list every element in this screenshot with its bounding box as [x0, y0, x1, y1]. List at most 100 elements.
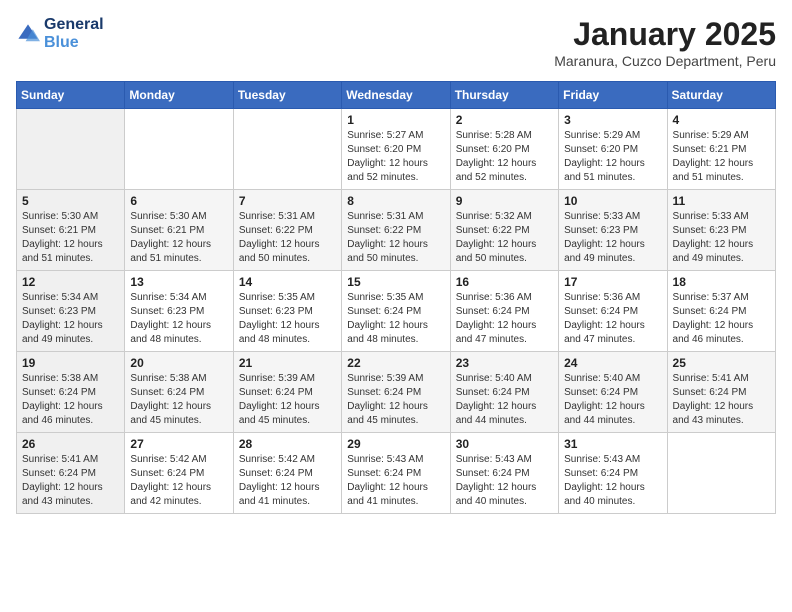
- day-info: Sunrise: 5:29 AMSunset: 6:20 PMDaylight:…: [564, 129, 661, 185]
- day-info: Sunrise: 5:38 AMSunset: 6:24 PMDaylight:…: [22, 372, 119, 428]
- day-number: 15: [347, 275, 444, 289]
- day-number: 12: [22, 275, 119, 289]
- calendar-week-3: 12 Sunrise: 5:34 AMSunset: 6:23 PMDayligh…: [17, 271, 776, 352]
- calendar-cell: 10 Sunrise: 5:33 AMSunset: 6:23 PMDayligh…: [559, 190, 667, 271]
- calendar-cell: 24 Sunrise: 5:40 AMSunset: 6:24 PMDayligh…: [559, 352, 667, 433]
- calendar-week-1: 1 Sunrise: 5:27 AMSunset: 6:20 PMDaylight…: [17, 109, 776, 190]
- day-info: Sunrise: 5:41 AMSunset: 6:24 PMDaylight:…: [22, 453, 119, 509]
- day-info: Sunrise: 5:40 AMSunset: 6:24 PMDaylight:…: [456, 372, 553, 428]
- calendar-cell: 15Sunrise: 5:35 AMSunset: 6:24 PMDayligh…: [342, 271, 450, 352]
- calendar-cell: 1 Sunrise: 5:27 AMSunset: 6:20 PMDaylight…: [342, 109, 450, 190]
- day-number: 20: [130, 356, 227, 370]
- day-number: 19: [22, 356, 119, 370]
- calendar-cell: 18 Sunrise: 5:37 AMSunset: 6:24 PMDayligh…: [667, 271, 775, 352]
- day-info: Sunrise: 5:31 AMSunset: 6:22 PMDaylight:…: [239, 210, 336, 266]
- weekday-header-tuesday: Tuesday: [233, 82, 341, 109]
- day-info: Sunrise: 5:42 AMSunset: 6:24 PMDaylight:…: [239, 453, 336, 509]
- calendar-cell: 21 Sunrise: 5:39 AMSunset: 6:24 PMDayligh…: [233, 352, 341, 433]
- calendar-week-5: 26Sunrise: 5:41 AMSunset: 6:24 PMDayligh…: [17, 433, 776, 514]
- day-number: 22: [347, 356, 444, 370]
- day-info: Sunrise: 5:34 AMSunset: 6:23 PMDaylight:…: [130, 291, 227, 347]
- weekday-header-monday: Monday: [125, 82, 233, 109]
- calendar-week-4: 19 Sunrise: 5:38 AMSunset: 6:24 PMDayligh…: [17, 352, 776, 433]
- day-number: 16: [456, 275, 553, 289]
- calendar-cell: 23 Sunrise: 5:40 AMSunset: 6:24 PMDayligh…: [450, 352, 558, 433]
- calendar-cell: 5 Sunrise: 5:30 AMSunset: 6:21 PMDaylight…: [17, 190, 125, 271]
- day-info: Sunrise: 5:36 AMSunset: 6:24 PMDaylight:…: [456, 291, 553, 347]
- day-info: Sunrise: 5:43 AMSunset: 6:24 PMDaylight:…: [347, 453, 444, 509]
- calendar-cell: [17, 109, 125, 190]
- day-number: 24: [564, 356, 661, 370]
- day-number: 29: [347, 437, 444, 451]
- calendar-cell: 13 Sunrise: 5:34 AMSunset: 6:23 PMDayligh…: [125, 271, 233, 352]
- day-number: 2: [456, 113, 553, 127]
- calendar-cell: [667, 433, 775, 514]
- day-number: 1: [347, 113, 444, 127]
- title-area: January 2025 Maranura, Cuzco Department,…: [554, 16, 776, 69]
- day-number: 28: [239, 437, 336, 451]
- logo-icon: [16, 22, 40, 46]
- day-number: 4: [673, 113, 770, 127]
- location-subtitle: Maranura, Cuzco Department, Peru: [554, 53, 776, 69]
- calendar-cell: 16 Sunrise: 5:36 AMSunset: 6:24 PMDayligh…: [450, 271, 558, 352]
- calendar-week-2: 5 Sunrise: 5:30 AMSunset: 6:21 PMDaylight…: [17, 190, 776, 271]
- day-number: 11: [673, 194, 770, 208]
- day-number: 17: [564, 275, 661, 289]
- day-number: 3: [564, 113, 661, 127]
- day-number: 27: [130, 437, 227, 451]
- day-info: Sunrise: 5:33 AMSunset: 6:23 PMDaylight:…: [564, 210, 661, 266]
- day-number: 13: [130, 275, 227, 289]
- logo: General Blue: [16, 16, 104, 52]
- day-info: Sunrise: 5:39 AMSunset: 6:24 PMDaylight:…: [239, 372, 336, 428]
- weekday-header-wednesday: Wednesday: [342, 82, 450, 109]
- calendar-cell: 19 Sunrise: 5:38 AMSunset: 6:24 PMDayligh…: [17, 352, 125, 433]
- calendar-cell: 14 Sunrise: 5:35 AMSunset: 6:23 PMDayligh…: [233, 271, 341, 352]
- weekday-header-friday: Friday: [559, 82, 667, 109]
- day-info: Sunrise: 5:30 AMSunset: 6:21 PMDaylight:…: [22, 210, 119, 266]
- day-info: Sunrise: 5:34 AMSunset: 6:23 PMDaylight:…: [22, 291, 119, 347]
- day-info: Sunrise: 5:35 AMSunset: 6:23 PMDaylight:…: [239, 291, 336, 347]
- calendar-cell: 22 Sunrise: 5:39 AMSunset: 6:24 PMDayligh…: [342, 352, 450, 433]
- header: General Blue January 2025 Maranura, Cuzc…: [16, 16, 776, 69]
- calendar-cell: 9Sunrise: 5:32 AMSunset: 6:22 PMDaylight…: [450, 190, 558, 271]
- calendar-cell: 25 Sunrise: 5:41 AMSunset: 6:24 PMDayligh…: [667, 352, 775, 433]
- day-info: Sunrise: 5:29 AMSunset: 6:21 PMDaylight:…: [673, 129, 770, 185]
- day-info: Sunrise: 5:32 AMSunset: 6:22 PMDaylight:…: [456, 210, 553, 266]
- day-info: Sunrise: 5:28 AMSunset: 6:20 PMDaylight:…: [456, 129, 553, 185]
- day-info: Sunrise: 5:31 AMSunset: 6:22 PMDaylight:…: [347, 210, 444, 266]
- calendar-cell: 11 Sunrise: 5:33 AMSunset: 6:23 PMDayligh…: [667, 190, 775, 271]
- day-number: 14: [239, 275, 336, 289]
- day-number: 10: [564, 194, 661, 208]
- calendar-cell: 12 Sunrise: 5:34 AMSunset: 6:23 PMDayligh…: [17, 271, 125, 352]
- day-number: 21: [239, 356, 336, 370]
- day-info: Sunrise: 5:40 AMSunset: 6:24 PMDaylight:…: [564, 372, 661, 428]
- day-number: 6: [130, 194, 227, 208]
- calendar-cell: [233, 109, 341, 190]
- calendar-cell: 6Sunrise: 5:30 AMSunset: 6:21 PMDaylight…: [125, 190, 233, 271]
- day-info: Sunrise: 5:36 AMSunset: 6:24 PMDaylight:…: [564, 291, 661, 347]
- day-number: 5: [22, 194, 119, 208]
- day-number: 31: [564, 437, 661, 451]
- weekday-header-thursday: Thursday: [450, 82, 558, 109]
- calendar-cell: 4 Sunrise: 5:29 AMSunset: 6:21 PMDaylight…: [667, 109, 775, 190]
- weekday-header-sunday: Sunday: [17, 82, 125, 109]
- day-info: Sunrise: 5:43 AMSunset: 6:24 PMDaylight:…: [456, 453, 553, 509]
- day-number: 25: [673, 356, 770, 370]
- calendar-cell: [125, 109, 233, 190]
- day-info: Sunrise: 5:39 AMSunset: 6:24 PMDaylight:…: [347, 372, 444, 428]
- day-info: Sunrise: 5:37 AMSunset: 6:24 PMDaylight:…: [673, 291, 770, 347]
- day-number: 18: [673, 275, 770, 289]
- weekday-header-saturday: Saturday: [667, 82, 775, 109]
- day-number: 7: [239, 194, 336, 208]
- calendar-cell: 27Sunrise: 5:42 AMSunset: 6:24 PMDayligh…: [125, 433, 233, 514]
- day-number: 23: [456, 356, 553, 370]
- day-info: Sunrise: 5:33 AMSunset: 6:23 PMDaylight:…: [673, 210, 770, 266]
- day-info: Sunrise: 5:41 AMSunset: 6:24 PMDaylight:…: [673, 372, 770, 428]
- calendar-cell: 8Sunrise: 5:31 AMSunset: 6:22 PMDaylight…: [342, 190, 450, 271]
- month-title: January 2025: [554, 16, 776, 53]
- calendar-cell: 20Sunrise: 5:38 AMSunset: 6:24 PMDayligh…: [125, 352, 233, 433]
- calendar-cell: 17 Sunrise: 5:36 AMSunset: 6:24 PMDayligh…: [559, 271, 667, 352]
- day-info: Sunrise: 5:27 AMSunset: 6:20 PMDaylight:…: [347, 129, 444, 185]
- calendar-cell: 26Sunrise: 5:41 AMSunset: 6:24 PMDayligh…: [17, 433, 125, 514]
- calendar-cell: 3 Sunrise: 5:29 AMSunset: 6:20 PMDaylight…: [559, 109, 667, 190]
